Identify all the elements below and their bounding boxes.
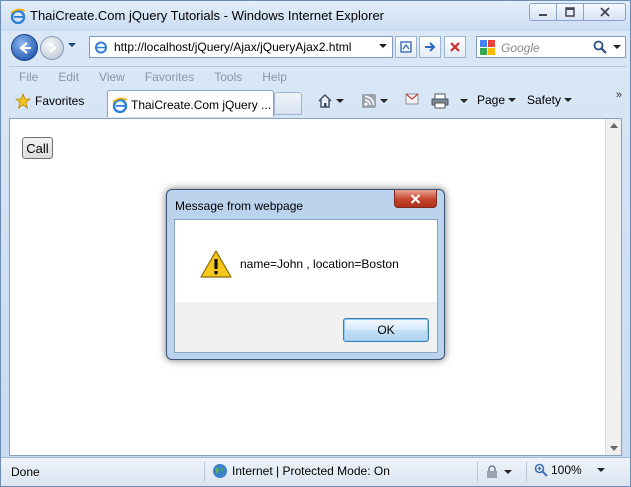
vertical-scrollbar[interactable] bbox=[605, 119, 621, 455]
menu-favorites[interactable]: Favorites bbox=[145, 67, 194, 86]
more-commands-chevron-icon[interactable]: » bbox=[616, 89, 622, 101]
compatibility-view-button[interactable] bbox=[395, 36, 417, 58]
google-icon bbox=[480, 40, 495, 55]
menu-bar: File Edit View Favorites Tools Help bbox=[9, 66, 626, 86]
security-zone[interactable]: Internet | Protected Mode: On bbox=[212, 463, 390, 479]
call-button[interactable]: Call bbox=[22, 137, 53, 159]
tab-thaicreate[interactable]: ThaiCreate.Com jQuery ... bbox=[107, 90, 274, 117]
ok-button[interactable]: OK bbox=[343, 318, 429, 342]
safety-menu-button[interactable]: Safety bbox=[527, 93, 573, 107]
globe-icon bbox=[213, 464, 227, 478]
read-mail-button[interactable] bbox=[405, 93, 419, 105]
minimize-button[interactable] bbox=[529, 3, 557, 21]
page-menu-dropdown bbox=[508, 98, 517, 102]
alert-dialog: Message from webpage name=John , locatio… bbox=[166, 189, 445, 360]
safety-menu-label: Safety bbox=[527, 93, 562, 107]
feeds-dropdown[interactable] bbox=[380, 99, 388, 103]
window-title: ThaiCreate.Com jQuery Tutorials - Window… bbox=[30, 8, 385, 23]
zoom-level: 100% bbox=[551, 463, 582, 477]
compatibility-icon bbox=[400, 41, 412, 53]
printer-icon bbox=[431, 93, 449, 109]
window-controls bbox=[529, 3, 626, 21]
arrow-left-icon bbox=[18, 41, 31, 54]
search-placeholder[interactable]: Google bbox=[501, 41, 540, 55]
maximize-button[interactable] bbox=[556, 3, 584, 21]
status-divider bbox=[477, 462, 478, 482]
status-text: Done bbox=[11, 465, 40, 479]
print-dropdown[interactable] bbox=[460, 99, 468, 103]
address-row: http://localhost/jQuery/Ajax/jQueryAjax2… bbox=[1, 31, 630, 65]
zoom-control[interactable]: 100% bbox=[534, 463, 605, 477]
protected-mode-button[interactable] bbox=[485, 465, 512, 479]
menu-help[interactable]: Help bbox=[262, 67, 287, 86]
page-icon bbox=[95, 41, 107, 54]
tab-label: ThaiCreate.Com jQuery ... bbox=[131, 98, 272, 112]
search-box[interactable]: Google bbox=[476, 36, 626, 58]
status-divider bbox=[204, 462, 205, 482]
status-divider bbox=[526, 462, 527, 482]
menu-file[interactable]: File bbox=[19, 67, 38, 86]
close-window-button[interactable] bbox=[583, 3, 626, 21]
stop-button[interactable] bbox=[444, 36, 466, 58]
zoom-magnifier-icon bbox=[534, 463, 548, 477]
safety-menu-dropdown bbox=[564, 98, 573, 102]
arrow-right-icon bbox=[49, 43, 57, 53]
address-bar[interactable]: http://localhost/jQuery/Ajax/jQueryAjax2… bbox=[89, 36, 393, 58]
dialog-message-area: name=John , location=Boston bbox=[175, 220, 437, 302]
menu-edit[interactable]: Edit bbox=[58, 67, 79, 86]
dialog-body: name=John , location=Boston OK bbox=[174, 219, 438, 353]
dialog-message: name=John , location=Boston bbox=[240, 257, 399, 271]
go-arrow-icon bbox=[425, 42, 436, 52]
scroll-up-icon[interactable] bbox=[610, 123, 618, 128]
favorites-label: Favorites bbox=[35, 94, 85, 108]
menu-tools[interactable]: Tools bbox=[214, 67, 242, 86]
rss-feed-icon bbox=[362, 94, 376, 108]
home-button[interactable] bbox=[317, 93, 344, 109]
feeds-button[interactable] bbox=[361, 93, 388, 109]
warning-icon bbox=[200, 250, 232, 278]
address-dropdown[interactable] bbox=[379, 44, 387, 48]
star-icon bbox=[15, 93, 31, 109]
menu-view[interactable]: View bbox=[99, 67, 125, 86]
url-text[interactable]: http://localhost/jQuery/Ajax/jQueryAjax2… bbox=[114, 40, 351, 54]
internet-explorer-icon bbox=[10, 8, 26, 24]
security-lock-icon bbox=[487, 465, 497, 478]
page-menu-button[interactable]: Page bbox=[477, 93, 517, 107]
back-button[interactable] bbox=[11, 34, 38, 61]
scroll-down-icon[interactable] bbox=[610, 446, 618, 451]
internet-explorer-icon bbox=[112, 97, 128, 113]
close-icon bbox=[410, 193, 421, 204]
new-tab-button[interactable] bbox=[274, 92, 302, 115]
forward-button[interactable] bbox=[40, 36, 64, 60]
go-button[interactable] bbox=[419, 36, 441, 58]
print-button[interactable] bbox=[431, 93, 468, 109]
security-zone-label: Internet | Protected Mode: On bbox=[232, 464, 390, 478]
zoom-dropdown[interactable] bbox=[596, 468, 605, 472]
title-bar: ThaiCreate.Com jQuery Tutorials - Window… bbox=[1, 1, 630, 31]
stop-x-icon bbox=[450, 42, 460, 52]
home-dropdown[interactable] bbox=[336, 99, 344, 103]
close-icon bbox=[599, 7, 610, 17]
favorites-tab-row: Favorites ThaiCreate.Com jQuery ... Page… bbox=[9, 87, 626, 117]
protected-mode-dropdown[interactable] bbox=[504, 470, 512, 474]
favorites-button[interactable]: Favorites bbox=[15, 93, 84, 109]
recent-pages-dropdown[interactable] bbox=[68, 43, 76, 47]
dialog-title: Message from webpage bbox=[175, 199, 304, 213]
minimize-icon bbox=[539, 14, 547, 16]
maximize-icon bbox=[565, 7, 575, 17]
dialog-close-button[interactable] bbox=[394, 190, 437, 208]
mail-icon bbox=[405, 93, 419, 105]
page-menu-label: Page bbox=[477, 93, 506, 107]
browser-window: ThaiCreate.Com jQuery Tutorials - Window… bbox=[0, 0, 631, 487]
home-icon bbox=[318, 94, 332, 108]
status-bar: Done Internet | Protected Mode: On 100% bbox=[1, 457, 630, 486]
search-dropdown[interactable] bbox=[613, 45, 621, 49]
search-icon[interactable] bbox=[593, 40, 607, 54]
